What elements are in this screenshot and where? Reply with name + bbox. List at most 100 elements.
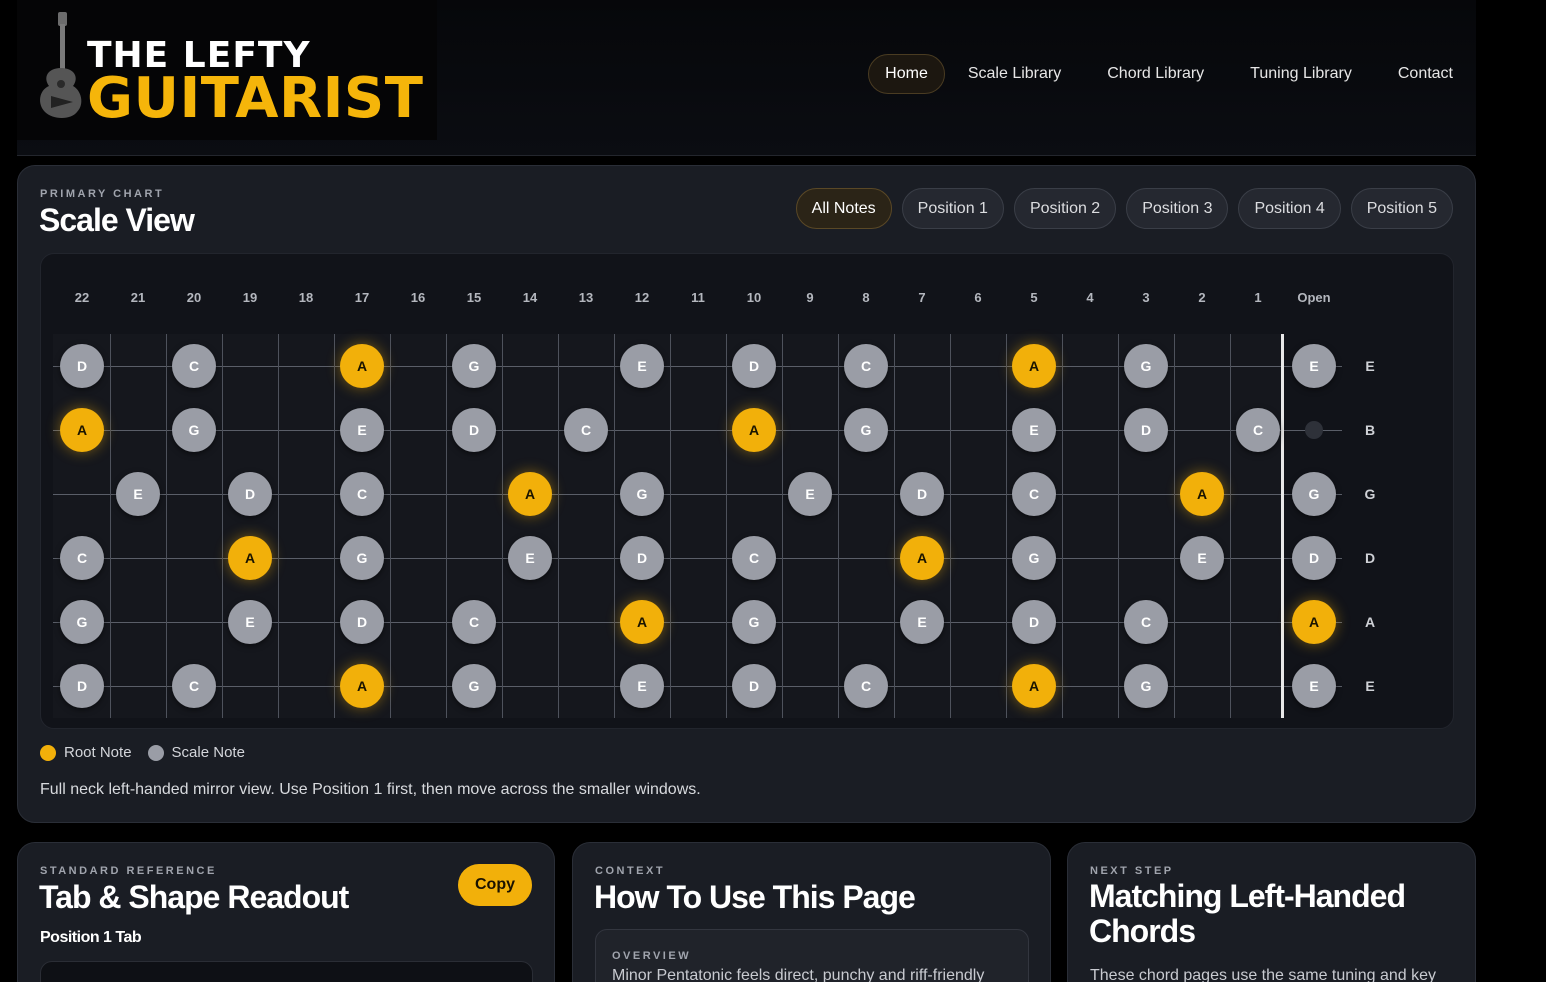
scale-note-dot[interactable]: E: [1012, 408, 1056, 452]
copy-button[interactable]: Copy: [458, 864, 532, 906]
scale-note-dot[interactable]: G: [452, 344, 496, 388]
fret-line: [1118, 334, 1119, 718]
tab-position-1[interactable]: Position 1: [901, 188, 1004, 229]
overview-eyebrow: OVERVIEW: [612, 950, 692, 962]
root-note-dot[interactable]: A: [1292, 600, 1336, 644]
how-to-eyebrow: CONTEXT: [595, 865, 666, 877]
scale-note-dot[interactable]: G: [732, 600, 776, 644]
fret-number: 21: [130, 290, 146, 305]
scale-note-dot[interactable]: E: [228, 600, 272, 644]
scale-note-dot[interactable]: C: [340, 472, 384, 516]
scale-note-dot[interactable]: E: [508, 536, 552, 580]
guitar-icon: [40, 12, 82, 118]
scale-note-dot[interactable]: E: [900, 600, 944, 644]
site-header: THE LEFTY GUITARIST Home Scale Library Cho…: [17, 0, 1476, 156]
root-note-dot[interactable]: A: [620, 600, 664, 644]
scale-note-dot[interactable]: G: [1124, 344, 1168, 388]
root-note-dot[interactable]: A: [60, 408, 104, 452]
scale-note-dot[interactable]: D: [228, 472, 272, 516]
scale-swatch: [147, 744, 164, 761]
scale-note-dot[interactable]: C: [844, 664, 888, 708]
tab-position-3[interactable]: Position 3: [1126, 188, 1229, 229]
scale-note-dot[interactable]: D: [340, 600, 384, 644]
root-note-dot[interactable]: A: [1180, 472, 1224, 516]
scale-description: Full neck left-handed mirror view. Use P…: [40, 781, 701, 798]
scale-note-dot[interactable]: E: [116, 472, 160, 516]
scale-note-dot[interactable]: D: [60, 344, 104, 388]
scale-note-dot[interactable]: C: [60, 536, 104, 580]
root-note-dot[interactable]: A: [228, 536, 272, 580]
fret-number: 5: [1030, 290, 1038, 305]
scale-note-dot[interactable]: D: [1012, 600, 1056, 644]
scale-note-dot[interactable]: G: [844, 408, 888, 452]
root-note-dot[interactable]: A: [900, 536, 944, 580]
scale-note-dot[interactable]: D: [1124, 408, 1168, 452]
tab-position-4[interactable]: Position 4: [1238, 188, 1341, 229]
scale-note-dot[interactable]: D: [1292, 536, 1336, 580]
scale-note-dot[interactable]: C: [844, 344, 888, 388]
neck-background: [53, 334, 1282, 718]
nav-item-contact[interactable]: Contact: [1375, 54, 1476, 94]
scale-view-title: Scale View: [39, 202, 195, 238]
fret-number: 4: [1086, 290, 1094, 305]
scale-note-dot[interactable]: D: [620, 536, 664, 580]
scale-note-dot[interactable]: C: [564, 408, 608, 452]
tab-readout-eyebrow: STANDARD REFERENCE: [40, 865, 217, 877]
root-note-dot[interactable]: A: [340, 664, 384, 708]
tab-all-notes[interactable]: All Notes: [795, 188, 892, 229]
scale-note-dot[interactable]: G: [60, 600, 104, 644]
scale-note-dot[interactable]: E: [620, 344, 664, 388]
tab-position-5[interactable]: Position 5: [1350, 188, 1453, 229]
scale-view-card: PRIMARY CHART Scale View All Notes Positi…: [17, 165, 1476, 823]
scale-note-dot[interactable]: C: [732, 536, 776, 580]
next-step-eyebrow: NEXT STEP: [1090, 865, 1174, 877]
scale-note-dot[interactable]: D: [732, 664, 776, 708]
nav-item-chord-library[interactable]: Chord Library: [1084, 54, 1227, 94]
scale-note-dot[interactable]: G: [340, 536, 384, 580]
scale-note-dot[interactable]: E: [340, 408, 384, 452]
scale-note-dot[interactable]: D: [732, 344, 776, 388]
scale-note-dot[interactable]: G: [1012, 536, 1056, 580]
fret-number: 3: [1142, 290, 1150, 305]
fret-number: 12: [634, 290, 650, 305]
root-note-dot[interactable]: A: [1012, 344, 1056, 388]
scale-note-dot[interactable]: C: [452, 600, 496, 644]
nav-item-scale-library[interactable]: Scale Library: [945, 54, 1084, 94]
scale-note-dot[interactable]: D: [452, 408, 496, 452]
scale-note-dot[interactable]: E: [1292, 664, 1336, 708]
scale-note-dot[interactable]: D: [900, 472, 944, 516]
scale-note-dot[interactable]: C: [172, 344, 216, 388]
scale-note-dot[interactable]: E: [620, 664, 664, 708]
scale-note-dot[interactable]: D: [60, 664, 104, 708]
scale-note-dot[interactable]: C: [1236, 408, 1280, 452]
tab-position-2[interactable]: Position 2: [1013, 188, 1117, 229]
scale-note-dot[interactable]: E: [788, 472, 832, 516]
fret-line: [1006, 334, 1007, 718]
scale-note-dot[interactable]: G: [1292, 472, 1336, 516]
scale-note-dot[interactable]: E: [1292, 344, 1336, 388]
string-name: E: [1365, 678, 1375, 694]
root-note-dot[interactable]: A: [1012, 664, 1056, 708]
legend-root-label: Root Note: [64, 744, 132, 761]
scale-note-dot[interactable]: E: [1180, 536, 1224, 580]
scale-note-dot[interactable]: C: [1124, 600, 1168, 644]
nav-item-home[interactable]: Home: [868, 54, 945, 94]
root-note-dot[interactable]: A: [732, 408, 776, 452]
scale-note-dot[interactable]: G: [1124, 664, 1168, 708]
scale-note-dot[interactable]: G: [452, 664, 496, 708]
root-note-dot[interactable]: A: [340, 344, 384, 388]
next-step-title: Matching Left-Handed Chords: [1089, 878, 1406, 949]
fret-number: 16: [410, 290, 426, 305]
string-name: G: [1364, 486, 1376, 502]
nav-item-tuning-library[interactable]: Tuning Library: [1227, 54, 1375, 94]
scale-note-dot[interactable]: G: [620, 472, 664, 516]
logo[interactable]: THE LEFTY GUITARIST: [17, 0, 437, 140]
scale-note-dot[interactable]: C: [1012, 472, 1056, 516]
root-swatch: [40, 744, 56, 761]
scale-note-dot[interactable]: G: [172, 408, 216, 452]
fret-number: 8: [862, 290, 870, 305]
root-note-dot[interactable]: A: [508, 472, 552, 516]
fret-line: [1174, 334, 1175, 718]
fret-line: [614, 334, 615, 718]
scale-note-dot[interactable]: C: [172, 664, 216, 708]
